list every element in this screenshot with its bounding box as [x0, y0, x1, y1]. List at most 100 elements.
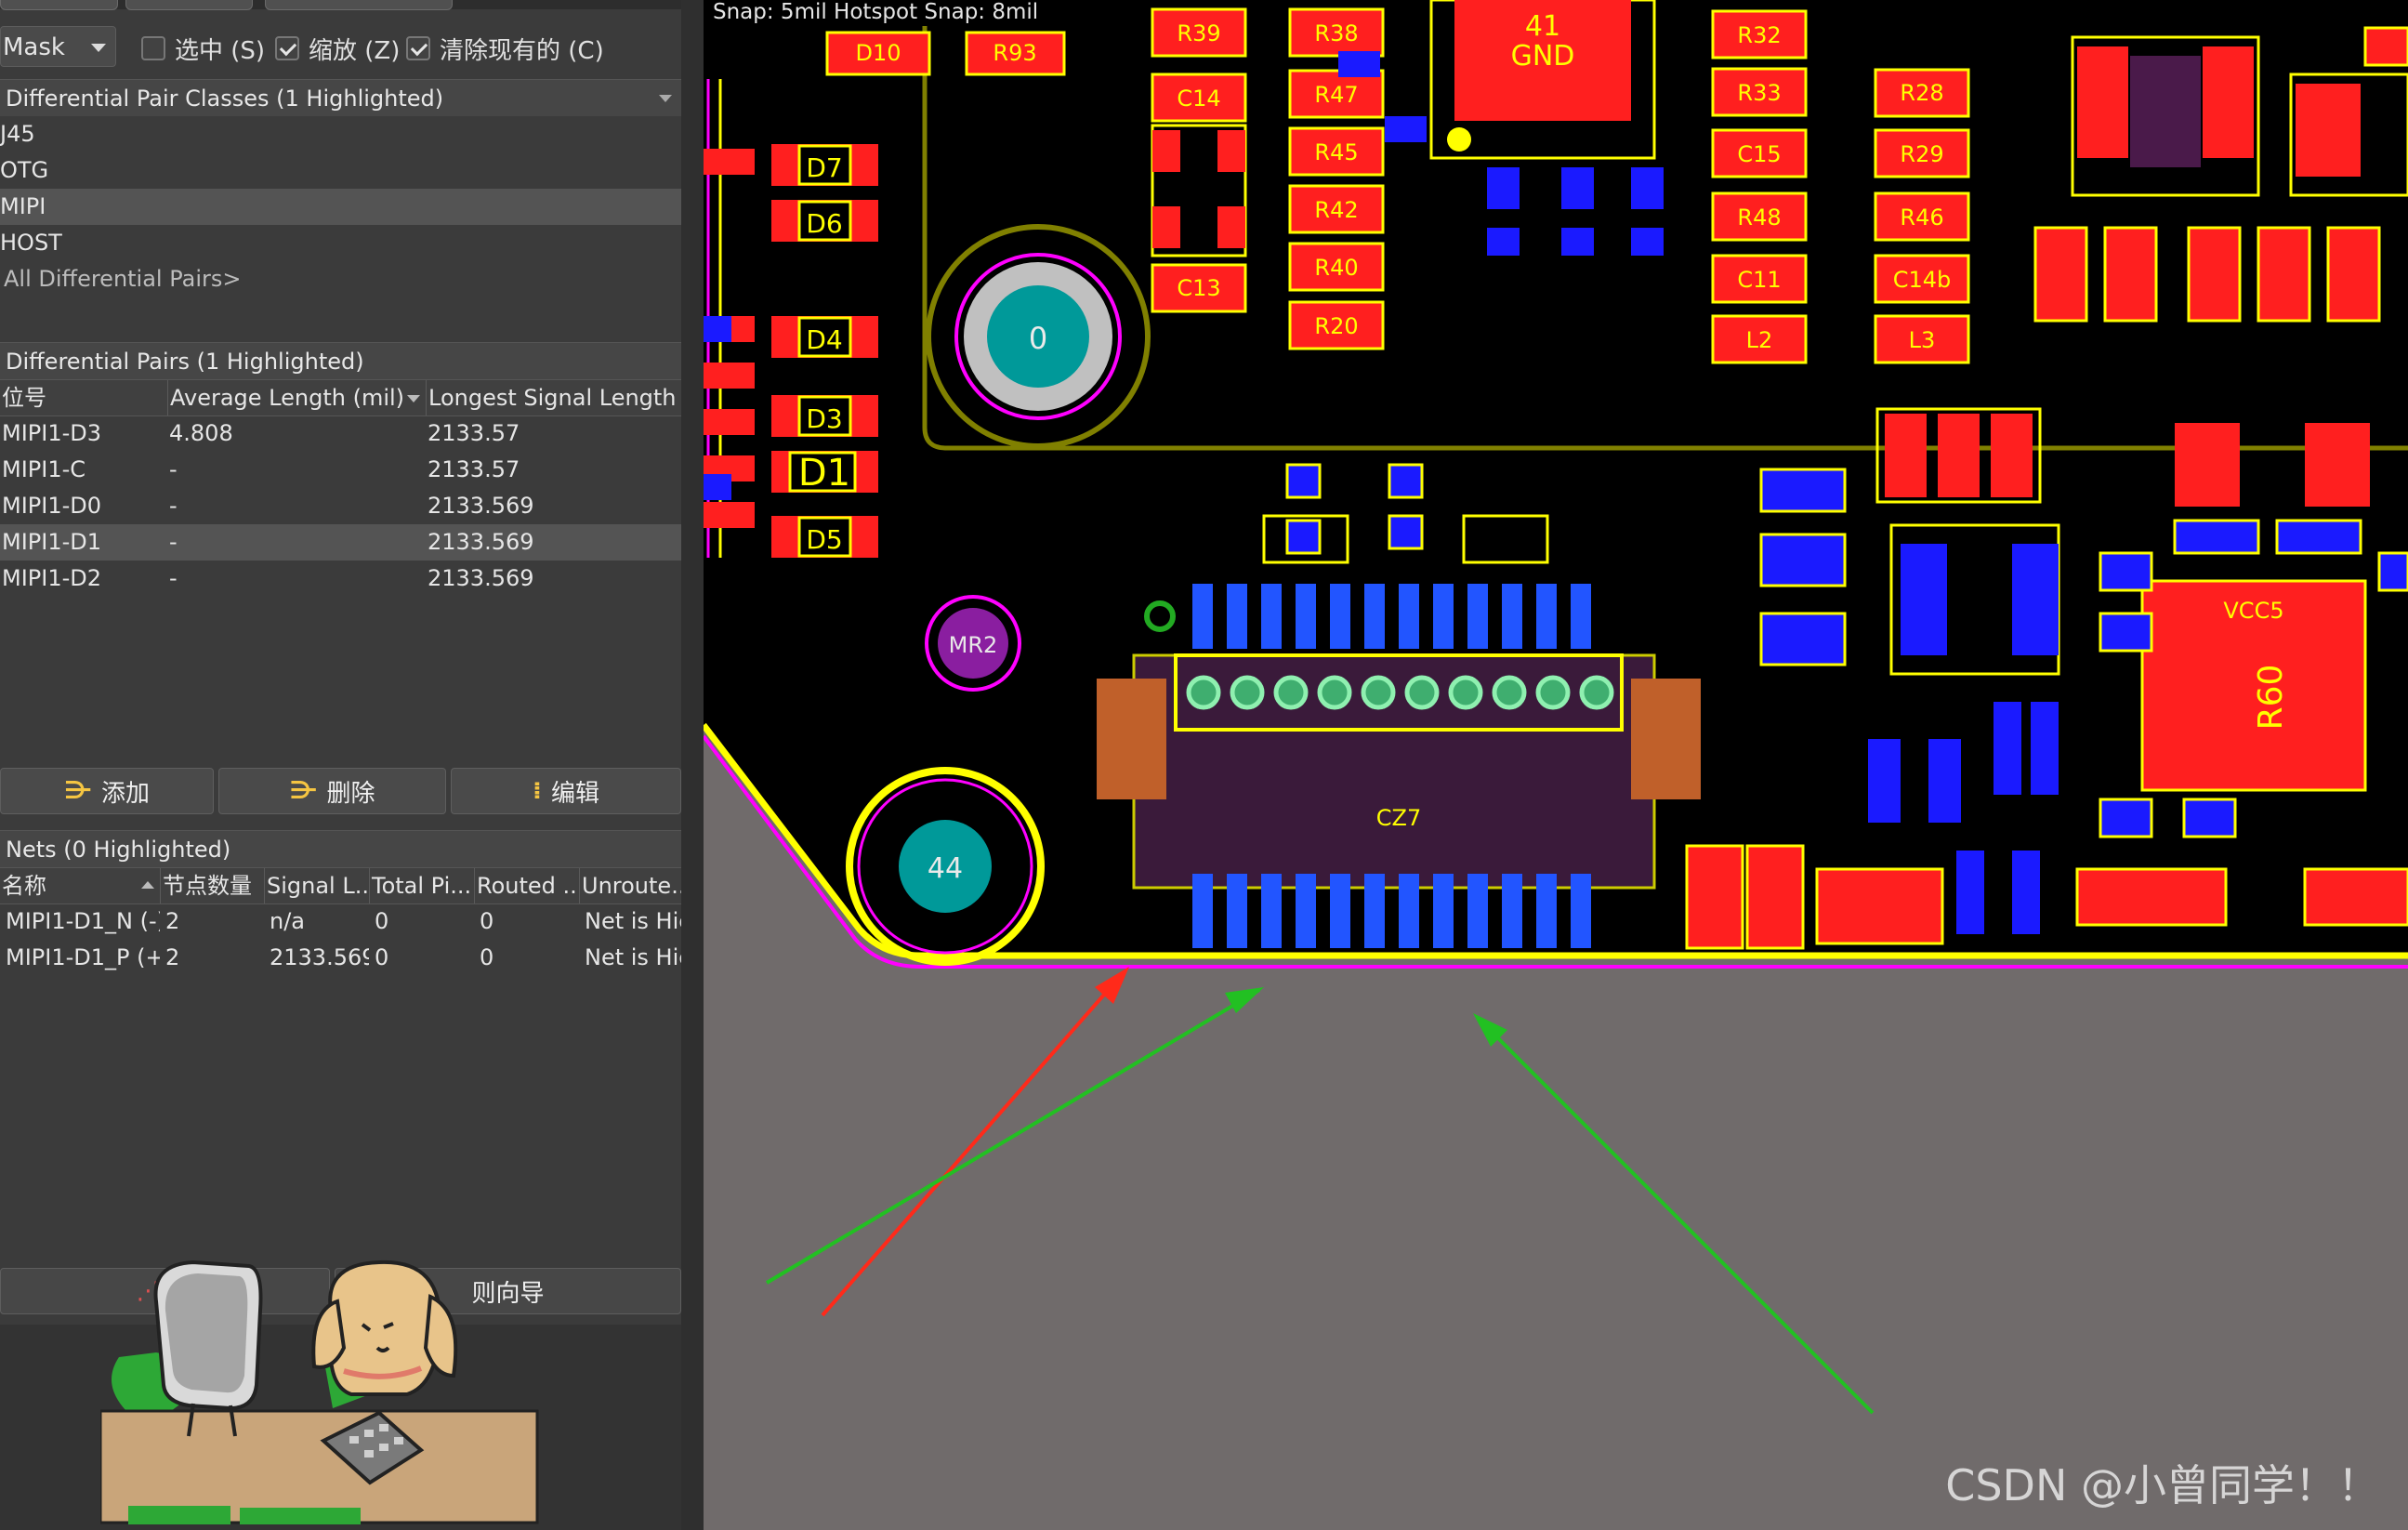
svg-text:R33: R33: [1737, 80, 1781, 106]
connector-bottom-pin: [1536, 874, 1557, 948]
col-net-name[interactable]: 名称: [0, 868, 160, 903]
col-node-count[interactable]: 节点数量: [160, 868, 264, 903]
svg-text:GND: GND: [1511, 40, 1575, 73]
pair-row[interactable]: MIPI1-D2 - 2133.569: [0, 561, 681, 597]
net-row[interactable]: MIPI1-D1_P (+) 2 2133.569 0 0 Net is Hic: [0, 940, 681, 976]
class-item-j45[interactable]: J45: [0, 116, 681, 152]
pcb-drawing: D7 D6 D4 D3 D1 D5 D10 R93 R39 C14 C13 R3…: [704, 0, 2408, 1415]
connector-top-pin: [1571, 584, 1591, 649]
col-avg-length[interactable]: Average Length (mil): [167, 380, 426, 415]
connector-bottom-pin: [1364, 874, 1385, 948]
connector-bottom-pin: [1399, 874, 1419, 948]
checkbox-box[interactable]: [141, 36, 165, 60]
pair-cell-name: MIPI1-D1: [2, 529, 102, 555]
net-cell-nodes: 2: [165, 908, 180, 934]
zoom-level-button[interactable]: [265, 0, 453, 10]
class-item-host[interactable]: HOST: [0, 225, 681, 261]
col-label: Routed ...: [477, 873, 579, 899]
chevron-down-icon: [659, 95, 672, 102]
svg-text:D5: D5: [806, 524, 842, 555]
pair-cell-longest: 2133.569: [428, 565, 534, 591]
pair-cell-avg: -: [169, 529, 178, 555]
connector-top-pin: [1502, 584, 1522, 649]
delete-pair-icon: ⋺: [289, 777, 318, 805]
nets-table-header: 名称 节点数量 Signal L... Total Pi... Routed .…: [0, 867, 681, 904]
net-cell-name: MIPI1-D1_P (+): [6, 944, 160, 970]
svg-text:D10: D10: [855, 40, 901, 66]
sort-desc-icon: [407, 395, 420, 402]
class-item-label: HOST: [0, 230, 62, 256]
svg-text:CZ7: CZ7: [1376, 805, 1421, 831]
svg-text:R38: R38: [1314, 20, 1358, 46]
col-total-pins[interactable]: Total Pi...: [369, 868, 474, 903]
svg-text:C14: C14: [1177, 86, 1220, 112]
pair-cell-avg: -: [169, 493, 178, 519]
connector-hole: [1273, 675, 1309, 710]
nets-header: Nets (0 Highlighted): [0, 830, 681, 867]
net-cell-routed: 0: [480, 908, 494, 934]
zoom-checkbox-label: 缩放 (Z): [309, 36, 401, 65]
connector-top-pin: [1399, 584, 1419, 649]
connector-hole: [1535, 675, 1571, 710]
apply-button[interactable]: [0, 0, 118, 10]
watermark-text: CSDN @小曾同学！！: [1945, 1460, 2380, 1510]
class-item-mipi[interactable]: MIPI: [0, 189, 681, 225]
col-routed[interactable]: Routed ...: [474, 868, 579, 903]
clear-button[interactable]: [125, 0, 253, 10]
svg-text:R93: R93: [993, 40, 1036, 66]
col-label: Total Pi...: [372, 873, 472, 899]
svg-text:R46: R46: [1900, 204, 1943, 231]
watermark: CSDN @小曾同学！！: [1945, 1452, 2380, 1513]
class-item-all[interactable]: All Differential Pairs>: [0, 261, 681, 297]
net-cell-routed: 0: [480, 944, 494, 970]
checkbox-box[interactable]: [275, 36, 299, 60]
svg-text:C14b: C14b: [1893, 267, 1952, 293]
ref-D7: D7: [806, 152, 842, 183]
zoom-checkbox[interactable]: 缩放 (Z): [275, 33, 401, 65]
svg-text:R32: R32: [1737, 22, 1781, 48]
add-button[interactable]: ⋺ 添加: [0, 768, 214, 814]
connector-hole: [1317, 675, 1352, 710]
pair-row[interactable]: MIPI1-C - 2133.57: [0, 452, 681, 488]
col-longest-length[interactable]: Longest Signal Length ...: [426, 380, 681, 415]
pairs-title: Differential Pairs (1 Highlighted): [6, 349, 364, 375]
pair-row[interactable]: MIPI1-D0 - 2133.569: [0, 488, 681, 524]
pair-row[interactable]: MIPI1-D1 - 2133.569: [0, 524, 681, 561]
delete-button[interactable]: ⋺ 删除: [218, 768, 446, 814]
svg-text:41: 41: [1525, 10, 1560, 43]
col-designator[interactable]: 位号: [0, 380, 167, 415]
connector-hole: [1361, 675, 1396, 710]
class-item-otg[interactable]: OTG: [0, 152, 681, 189]
delete-label: 删除: [326, 779, 375, 808]
panel-splitter[interactable]: [681, 0, 704, 1530]
svg-text:C15: C15: [1737, 141, 1781, 167]
connector-top-pin: [1261, 584, 1282, 649]
connector-hole: [1230, 675, 1265, 710]
pair-row[interactable]: MIPI1-D3 4.808 2133.57: [0, 415, 681, 452]
col-label: 位号: [2, 385, 46, 411]
pairs-header: Differential Pairs (1 Highlighted): [0, 342, 681, 379]
svg-text:R45: R45: [1314, 139, 1358, 165]
checkbox-box[interactable]: [406, 36, 430, 60]
connector-bottom-pin: [1261, 874, 1282, 948]
pcb-canvas[interactable]: D7 D6 D4 D3 D1 D5 D10 R93 R39 C14 C13 R3…: [704, 0, 2408, 1530]
net-cell-unrouted: Net is Hic: [585, 944, 681, 970]
connector-top-pin: [1330, 584, 1350, 649]
col-signal-length[interactable]: Signal L...: [264, 868, 369, 903]
net-row[interactable]: MIPI1-D1_N (-) 2 n/a 0 0 Net is Hic: [0, 903, 681, 940]
snap-status-bar: Snap: 5mil Hotspot Snap: 8mil: [704, 0, 1048, 26]
select-checkbox[interactable]: 选中 (S): [141, 33, 265, 65]
col-label: 名称: [2, 873, 46, 899]
edit-button[interactable]: ⁞ 编辑: [451, 768, 681, 814]
pair-classes-header[interactable]: Differential Pair Classes (1 Highlighted…: [0, 79, 681, 116]
edit-pair-icon: ⁞: [533, 777, 542, 805]
pair-cell-longest: 2133.569: [428, 529, 534, 555]
mask-mode-select[interactable]: Mask: [0, 26, 116, 67]
nets-title: Nets (0 Highlighted): [6, 837, 231, 863]
svg-text:D4: D4: [806, 324, 842, 355]
svg-text:44: 44: [928, 852, 963, 885]
edit-label: 编辑: [550, 779, 599, 808]
col-unrouted[interactable]: Unroute...: [579, 868, 681, 903]
clear-existing-checkbox[interactable]: 清除现有的 (C): [406, 33, 604, 65]
connector-top-pin: [1296, 584, 1316, 649]
